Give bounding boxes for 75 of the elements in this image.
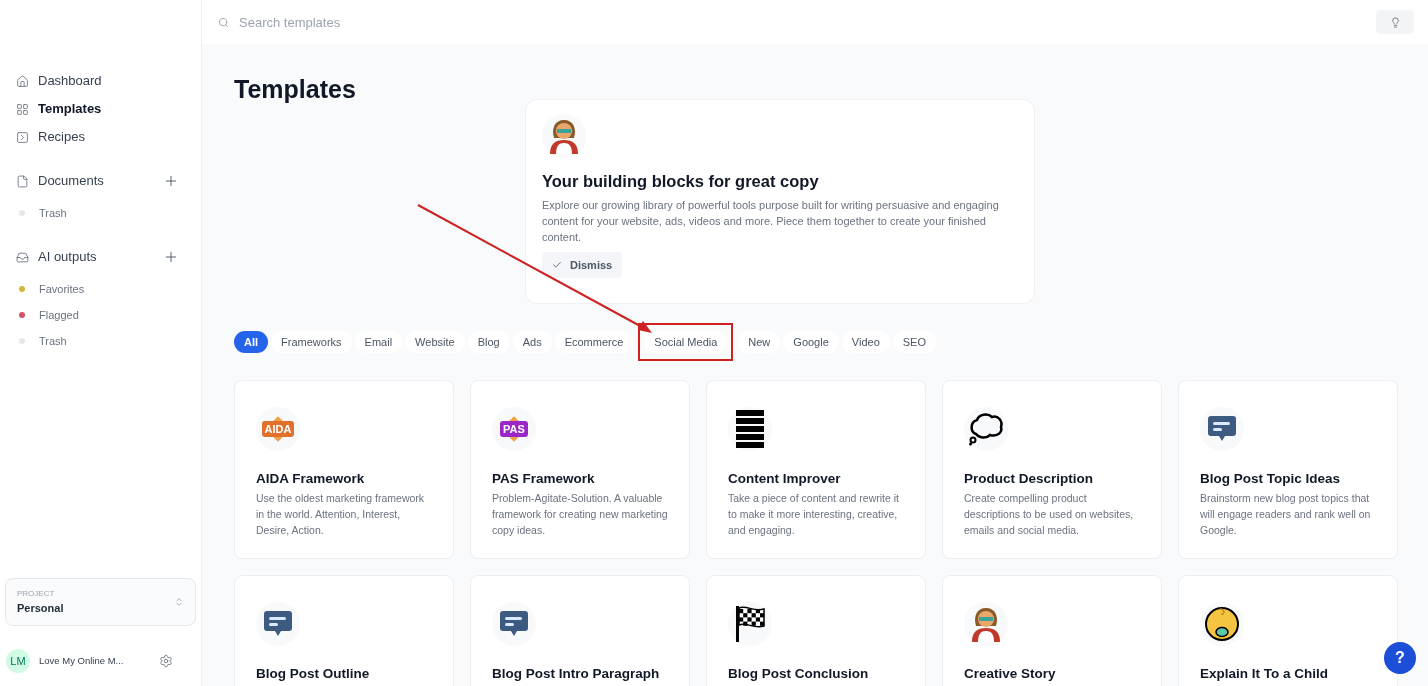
nav-item[interactable]: Templates: [10, 96, 191, 122]
template-card[interactable]: PAS PAS Framework Problem-Agitate-Solution. A valuable framework for creating new marketing copy ideas.: [470, 380, 690, 559]
template-description: Brainstorm new blog post topics that will engage readers and rank well on Google.: [1200, 491, 1372, 538]
card-heading: Your building blocks for great copy: [542, 171, 820, 192]
sidebar-item[interactable]: Trash: [10, 328, 191, 354]
person-figure-icon: [547, 118, 581, 154]
filter-tab[interactable]: Google: [783, 331, 839, 353]
section-link[interactable]: AI outputs: [16, 247, 97, 267]
search-icon: [218, 16, 229, 28]
lightbulb-icon: [1389, 16, 1401, 28]
chat-bubble-icon: [264, 611, 292, 637]
thought-bubble-icon: [968, 412, 1004, 446]
template-card[interactable]: Creative Story: [942, 575, 1162, 686]
card-description: Explore our growing library of powerful tools purpose built for writing persuasive and engaging content for your website, ads, videos and more. Piece them together to create your finished content.: [542, 198, 1000, 245]
filter-tab[interactable]: Frameworks: [271, 331, 352, 353]
home-icon: [16, 74, 29, 88]
template-title: Blog Post Conclusion: [728, 665, 870, 683]
nav-item[interactable]: Recipes: [10, 124, 191, 150]
chat-bubble-icon: [500, 611, 528, 637]
template-title: PAS Framework: [492, 470, 596, 488]
filter-tab[interactable]: New: [738, 331, 781, 353]
template-card[interactable]: Blog Post Conclusion: [706, 575, 926, 686]
template-title: Blog Post Outline: [256, 665, 371, 683]
template-title: Explain It To a Child: [1200, 665, 1329, 683]
checkered-flag-icon: [735, 606, 765, 642]
person-figure-icon: [969, 606, 1003, 642]
logo-label: PAS: [500, 421, 528, 437]
settings-icon[interactable]: [159, 654, 173, 668]
section-link[interactable]: Documents: [16, 171, 104, 191]
template-title: Creative Story: [964, 665, 1057, 683]
baby-face-icon: [1205, 606, 1239, 642]
search-field[interactable]: Search templates: [239, 7, 1366, 37]
filter-tab[interactable]: Social Media: [644, 331, 728, 353]
filter-tab[interactable]: Email: [354, 331, 403, 353]
check-icon: [552, 260, 562, 270]
template-card[interactable]: Content Improver Take a piece of content and rewrite it to make it more interesting, creative, and engaging.: [706, 380, 926, 559]
document-icon: [16, 174, 29, 188]
sidebar-item[interactable]: Trash: [10, 200, 191, 226]
filter-tab[interactable]: SEO: [892, 331, 936, 353]
filter-tab[interactable]: Website: [405, 331, 465, 353]
chevrons-icon: [174, 597, 184, 607]
template-card[interactable]: Blog Post Topic Ideas Brainstorm new blog post topics that will engage readers and rank well on Google.: [1178, 380, 1398, 559]
page-title: Templates: [234, 74, 357, 104]
add-button[interactable]: [163, 249, 179, 265]
template-title: Content Improver: [728, 470, 842, 488]
template-card[interactable]: Blog Post Outline: [234, 575, 454, 686]
filter-tab[interactable]: All: [234, 331, 269, 353]
project-selector[interactable]: PROJECT Personal: [5, 578, 196, 626]
dismiss-button[interactable]: Dismiss: [542, 252, 623, 278]
template-title: Blog Post Topic Ideas: [1200, 470, 1342, 488]
filter-tab[interactable]: Blog: [467, 331, 510, 353]
avatar: LM: [6, 649, 30, 673]
filter-tab[interactable]: Ecommerce: [554, 331, 634, 353]
sidebar-item[interactable]: Flagged: [10, 302, 191, 328]
template-title: Product Description: [964, 470, 1094, 488]
stacked-lines-icon: [736, 410, 764, 448]
theme-toggle-button[interactable]: [1376, 10, 1414, 34]
terminal-square-icon: [16, 130, 29, 144]
template-card[interactable]: Blog Post Intro Paragraph: [470, 575, 690, 686]
template-description: Take a piece of content and rewrite it to make it more interesting, creative, and engaging.: [728, 491, 900, 538]
grid-icon: [16, 102, 29, 116]
chat-bubble-icon: [1208, 416, 1236, 442]
template-description: Use the oldest marketing framework in the world. Attention, Interest, Desire, Action.: [256, 491, 426, 538]
tray-icon: [16, 250, 29, 264]
filter-tab[interactable]: Ads: [512, 331, 552, 353]
nav-item[interactable]: Dashboard: [10, 68, 191, 94]
add-button[interactable]: [163, 173, 179, 189]
template-title: Blog Post Intro Paragraph: [492, 665, 661, 683]
sidebar-item[interactable]: Favorites: [10, 276, 191, 302]
template-description: Create compelling product descriptions to be used on websites, emails and social media.: [964, 491, 1135, 538]
filter-tab[interactable]: Video: [841, 331, 890, 353]
user-name: Love My Online M...: [39, 653, 124, 668]
template-description: Problem-Agitate-Solution. A valuable framework for creating new marketing copy ideas.: [492, 491, 668, 538]
template-title: AIDA Framework: [256, 470, 366, 488]
template-card[interactable]: Product Description Create compelling product descriptions to be used on websites, emails and social media.: [942, 380, 1162, 559]
